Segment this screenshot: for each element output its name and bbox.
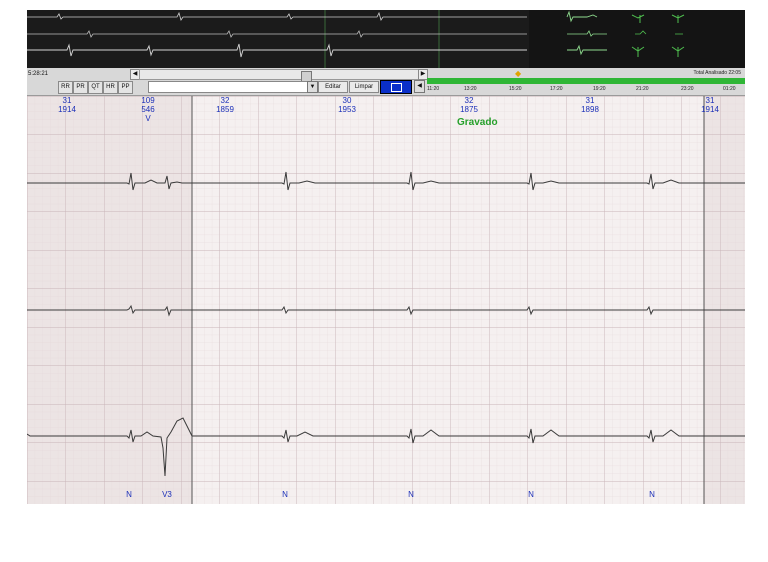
timeline-tick: 19:20 [593, 86, 606, 92]
heart-rate-value: 30 [342, 96, 352, 105]
ecg-grid-and-traces [27, 96, 745, 504]
total-analyzed-label: Total Analisado 22:05 [693, 70, 741, 76]
heart-rate-value: 32 [464, 96, 474, 105]
edit-button[interactable]: Editar [318, 81, 348, 93]
beat-label[interactable]: N [401, 490, 421, 499]
heart-rate-value: 31 [705, 96, 715, 105]
beat-label[interactable]: N [521, 490, 541, 499]
beat-label[interactable]: N [642, 490, 662, 499]
timeline-tick: 17:20 [550, 86, 563, 92]
rr-interval-value: 1875 [460, 105, 478, 114]
beat-label[interactable]: N [275, 490, 295, 499]
annotation-select[interactable] [148, 81, 317, 93]
beat-type-value: V [145, 114, 151, 123]
hr-measure-button[interactable]: HR [103, 81, 118, 94]
clear-button[interactable]: Limpar [349, 81, 379, 93]
interval-label: 32 1859 [205, 96, 245, 114]
ecg-strip[interactable]: 31 1914 109 546 V 32 1859 30 1953 32 187… [27, 96, 745, 504]
current-time: 5:28:21 [28, 71, 49, 77]
timeline-tick: 01:20 [723, 86, 736, 92]
rr-interval-value: 1898 [581, 105, 599, 114]
heart-rate-value: 31 [62, 96, 72, 105]
rr-interval-value: 1953 [338, 105, 356, 114]
window-icon [391, 83, 402, 92]
heart-rate-value: 109 [141, 96, 155, 105]
qt-measure-button[interactable]: QT [88, 81, 103, 94]
beat-label[interactable]: V3 [157, 490, 177, 499]
timeline-tick: 15:20 [509, 86, 522, 92]
timeline-tick: 13:20 [464, 86, 477, 92]
pr-measure-button[interactable]: PR [73, 81, 88, 94]
timeline-arrow-button[interactable]: ◀ [414, 80, 425, 93]
interval-label: 32 1875 [449, 96, 489, 114]
chevron-down-icon[interactable]: ▼ [307, 81, 318, 93]
timeline[interactable]: Total Analisado 22:05 ◆ 11:20 13:20 15:2… [427, 68, 745, 95]
rr-measure-button[interactable]: RR [58, 81, 73, 94]
toolbar: 5:28:21 RR PR QT HR PP ◀ ▶ ▼ Editar Limp… [27, 68, 745, 96]
time-scrollbar[interactable] [139, 69, 419, 82]
warning-icon[interactable]: ◆ [515, 69, 521, 78]
selected-view-button[interactable] [380, 80, 412, 94]
pp-measure-button[interactable]: PP [118, 81, 133, 94]
rr-interval-value: 1859 [216, 105, 234, 114]
interval-label: 31 1914 [690, 96, 730, 114]
rr-interval-value: 1914 [58, 105, 76, 114]
timeline-tick: 21:20 [636, 86, 649, 92]
overview-traces [27, 10, 745, 68]
heart-rate-value: 31 [585, 96, 595, 105]
holter-viewer-screen: 5:28:21 RR PR QT HR PP ◀ ▶ ▼ Editar Limp… [27, 10, 745, 504]
interval-label: 109 546 V [128, 96, 168, 123]
interval-label: 31 1914 [47, 96, 87, 114]
interval-label: 30 1953 [327, 96, 367, 114]
analysis-progress-bar[interactable] [427, 78, 745, 84]
rr-interval-value: 546 [141, 105, 155, 114]
interval-label: 31 1898 [570, 96, 610, 114]
beat-label[interactable]: N [119, 490, 139, 499]
rr-interval-value: 1914 [701, 105, 719, 114]
timeline-tick: 11:20 [427, 86, 440, 92]
timeline-tick: 23:20 [681, 86, 694, 92]
overview-strip[interactable] [27, 10, 745, 68]
heart-rate-value: 32 [220, 96, 230, 105]
recorded-status: Gravado [457, 117, 498, 128]
